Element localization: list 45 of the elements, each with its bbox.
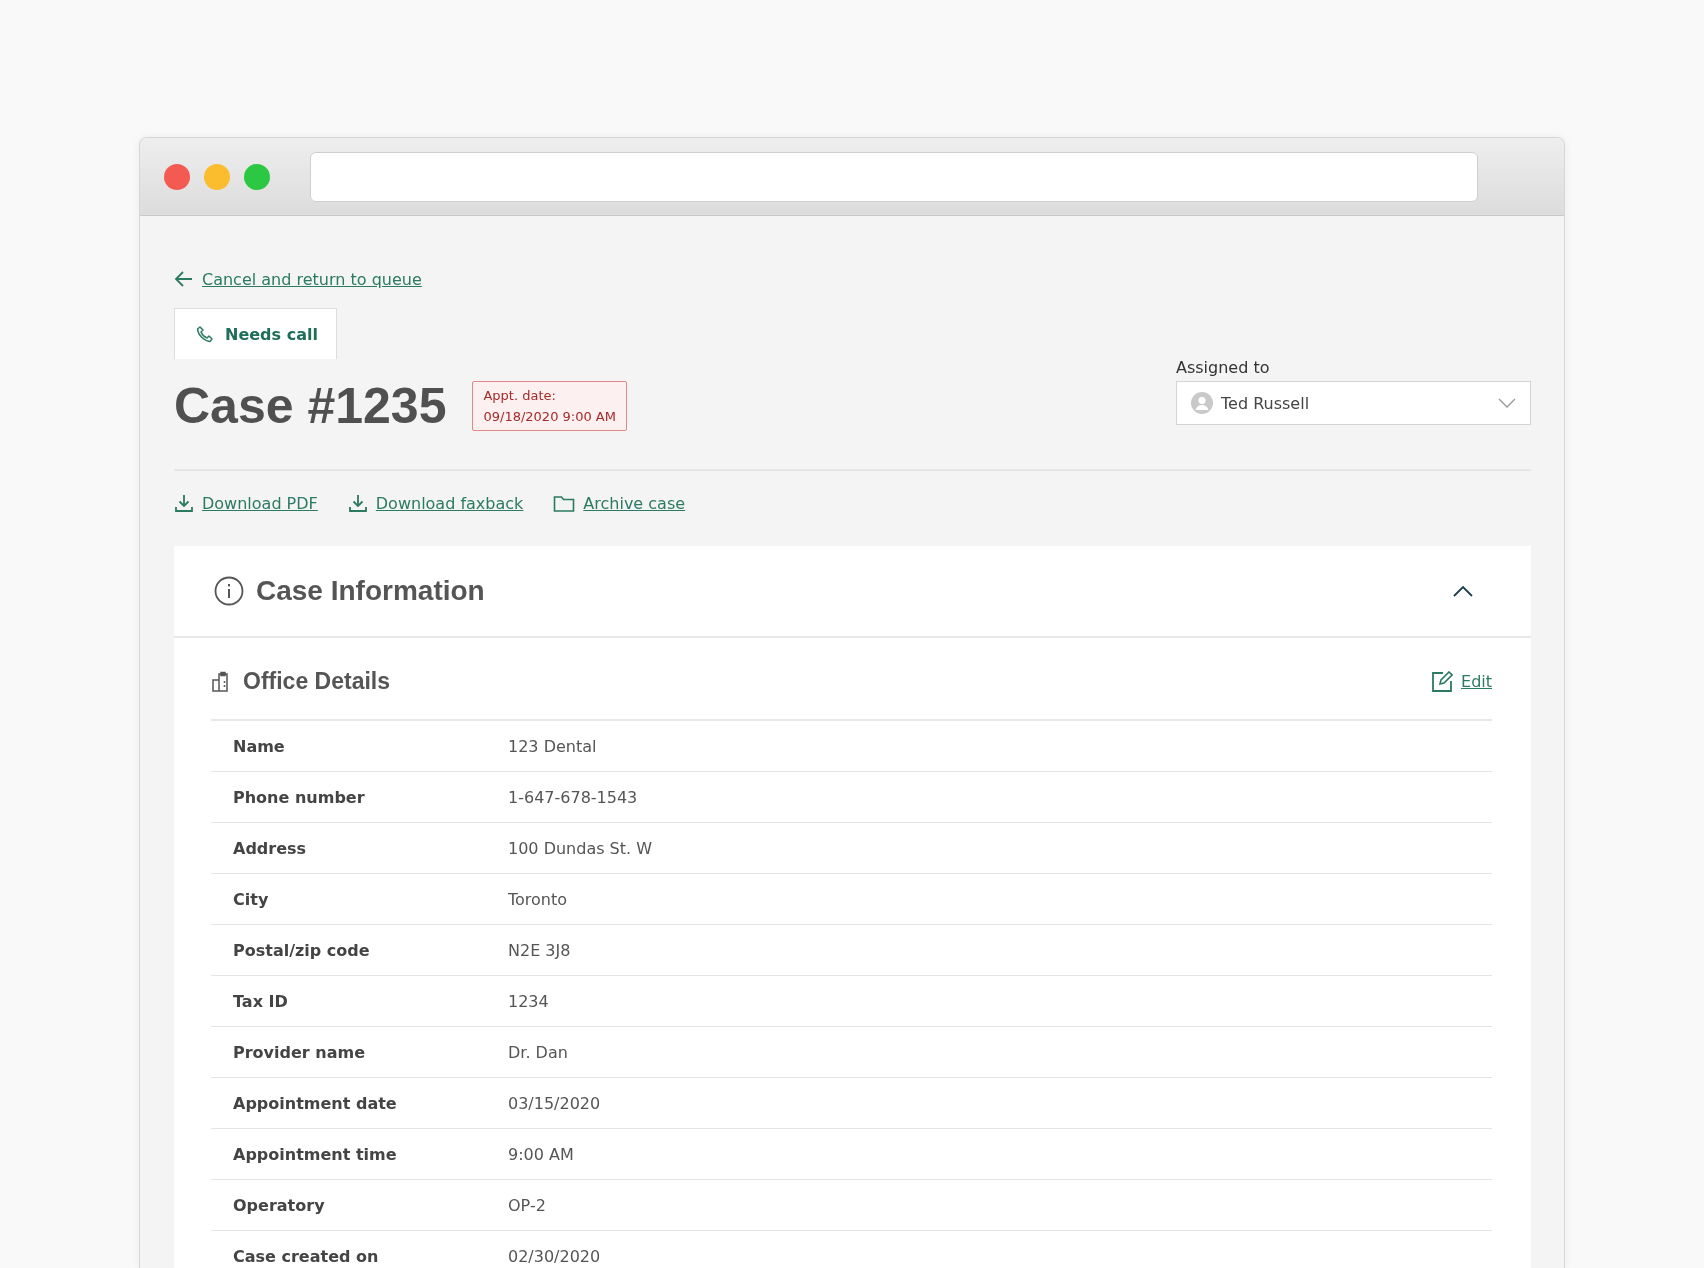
phone-icon <box>195 324 215 344</box>
action-link[interactable]: Download PDF <box>202 493 318 513</box>
action-link[interactable]: Archive case <box>583 493 686 513</box>
field-value: N2E 3J8 <box>508 940 571 960</box>
subsection-title: Office Details <box>243 668 390 695</box>
action-link[interactable]: Download faxback <box>375 493 524 513</box>
field-value: 1-647-678-1543 <box>508 787 638 807</box>
field-value: 100 Dundas St. W <box>508 838 653 858</box>
field-label: Appointment date <box>233 1093 398 1113</box>
field-value: 02/30/2020 <box>508 1246 601 1266</box>
close-icon[interactable] <box>164 163 190 190</box>
field-label: Case created on <box>233 1246 380 1266</box>
section-title: Case Information <box>256 575 485 607</box>
field-value: Toronto <box>508 889 568 909</box>
info-icon <box>214 576 244 606</box>
chevron-up-icon[interactable] <box>1453 585 1473 597</box>
field-label: Provider name <box>233 1042 366 1062</box>
avatar-icon <box>1191 392 1213 414</box>
field-value: 1234 <box>508 991 549 1011</box>
status-tab[interactable]: Needs call <box>174 308 337 359</box>
download-icon[interactable] <box>347 493 368 513</box>
field-label: Phone number <box>233 787 366 807</box>
field-value: Dr. Dan <box>508 1042 568 1062</box>
back-arrow-icon[interactable] <box>174 270 194 288</box>
field-value: 123 Dental <box>508 736 597 756</box>
back-link[interactable]: Cancel and return to queue <box>202 269 422 289</box>
case-title: Case #1235 <box>174 377 447 435</box>
field-label: Tax ID <box>233 991 289 1011</box>
edit-link[interactable]: Edit <box>1461 672 1492 691</box>
field-label: Appointment time <box>233 1144 398 1164</box>
field-label: Operatory <box>233 1195 326 1215</box>
field-label: Address <box>233 838 308 858</box>
chevron-down-icon <box>1498 398 1516 408</box>
assignee-dropdown[interactable]: Ted Russell <box>1176 381 1531 425</box>
field-label: City <box>233 889 270 909</box>
field-label: Postal/zip code <box>233 940 371 960</box>
field-value: OP-2 <box>508 1195 546 1215</box>
field-value: 03/15/2020 <box>508 1093 601 1113</box>
field-value: 9:00 AM <box>508 1144 574 1164</box>
appointment-badge: Appt. date: 09/18/2020 9:00 AM <box>472 381 627 431</box>
folder-icon[interactable] <box>553 493 576 513</box>
edit-icon[interactable] <box>1431 670 1453 693</box>
field-label: Name <box>233 736 286 756</box>
assigned-label: Assigned to <box>1176 358 1271 377</box>
download-icon[interactable] <box>174 493 194 513</box>
